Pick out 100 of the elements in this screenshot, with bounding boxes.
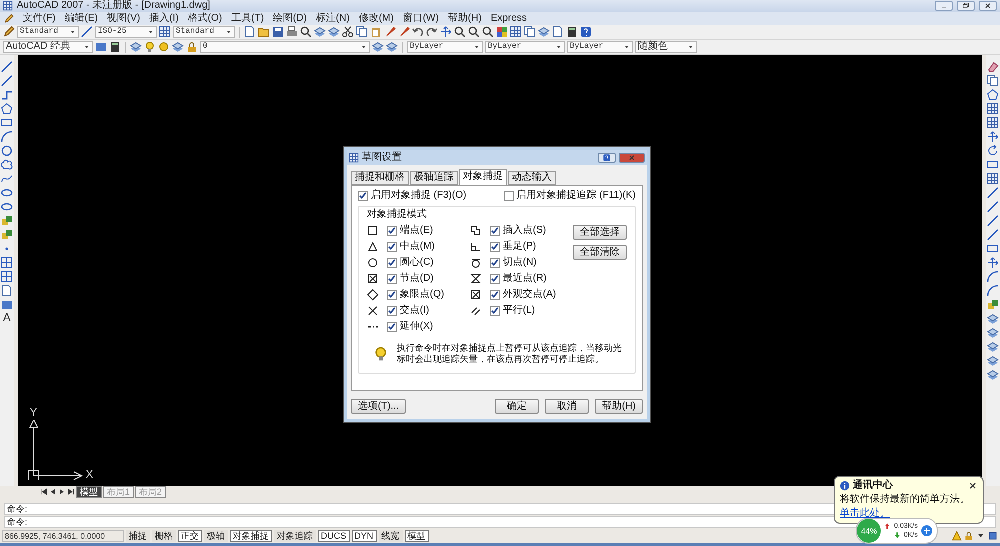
text-style-dropdown[interactable]: Standard xyxy=(17,26,79,38)
sun-icon[interactable] xyxy=(158,41,170,53)
checkbox[interactable] xyxy=(387,306,397,316)
line-icon[interactable] xyxy=(987,187,999,199)
grid-icon[interactable] xyxy=(987,173,999,185)
checkbox[interactable] xyxy=(504,191,514,201)
layers-icon[interactable] xyxy=(386,41,398,53)
layers-icon[interactable] xyxy=(538,26,550,38)
options-button[interactable]: 选项(T)... xyxy=(351,399,406,414)
menu-item[interactable]: 修改(M) xyxy=(358,12,394,24)
grid-icon[interactable] xyxy=(987,117,999,129)
select-all-button[interactable]: 全部选择 xyxy=(573,225,627,240)
grid-icon[interactable] xyxy=(510,26,522,38)
move-icon[interactable] xyxy=(987,131,999,143)
status-toggle[interactable]: DUCS xyxy=(318,530,350,542)
checkbox[interactable] xyxy=(490,290,500,300)
layers-icon[interactable] xyxy=(172,41,184,53)
polygon-icon[interactable] xyxy=(987,89,999,101)
line-icon[interactable] xyxy=(987,215,999,227)
status-toggle[interactable]: 捕捉 xyxy=(126,530,150,542)
linetype-dropdown[interactable]: ByLayer xyxy=(485,41,565,53)
printer-icon[interactable] xyxy=(286,26,298,38)
plus-icon[interactable] xyxy=(921,525,933,537)
close-icon[interactable] xyxy=(968,481,978,491)
pages-icon[interactable] xyxy=(987,75,999,87)
polyline-icon[interactable] xyxy=(1,89,13,101)
menu-item[interactable]: 帮助(H) xyxy=(448,12,482,24)
ellipse-icon[interactable] xyxy=(1,187,13,199)
layers-icon[interactable] xyxy=(328,26,340,38)
line-icon[interactable] xyxy=(1,75,13,87)
close-button[interactable] xyxy=(979,1,997,11)
layers-icon[interactable] xyxy=(987,355,999,367)
magnifier-icon[interactable] xyxy=(468,26,480,38)
layers-icon[interactable] xyxy=(987,341,999,353)
restore-button[interactable] xyxy=(957,1,975,11)
layers-icon[interactable] xyxy=(314,26,326,38)
magnifier-icon[interactable] xyxy=(482,26,494,38)
menu-item[interactable]: 文件(F) xyxy=(23,12,56,24)
next-arrow-icon[interactable] xyxy=(58,488,66,496)
redo-icon[interactable] xyxy=(426,26,438,38)
status-toggle[interactable]: 栅格 xyxy=(152,530,176,542)
help-button[interactable] xyxy=(598,152,616,162)
status-toggle[interactable]: 对象追踪 xyxy=(274,530,316,542)
layers-icon[interactable] xyxy=(372,41,384,53)
layers-icon[interactable] xyxy=(987,369,999,381)
plot-style-dropdown[interactable]: 随颜色 xyxy=(635,41,697,53)
rectangle-icon[interactable] xyxy=(987,159,999,171)
menu-item[interactable]: 插入(I) xyxy=(149,12,179,24)
dialog-tab[interactable]: 动态输入 xyxy=(508,171,556,185)
dialog-tab[interactable]: 对象捕捉 xyxy=(459,169,507,185)
lock-icon[interactable] xyxy=(964,531,974,541)
calculator-icon[interactable] xyxy=(109,41,121,53)
dialog-button[interactable]: 确定 xyxy=(495,399,540,414)
checkbox[interactable] xyxy=(490,258,500,268)
workspace-dropdown[interactable]: AutoCAD 经典 xyxy=(3,41,93,53)
document-icon[interactable] xyxy=(1,285,13,297)
first-arrow-icon[interactable] xyxy=(40,488,48,496)
checkbox[interactable] xyxy=(490,274,500,284)
square-icon[interactable] xyxy=(988,531,998,541)
magnifier-icon[interactable] xyxy=(454,26,466,38)
warning-icon[interactable] xyxy=(952,531,962,541)
line-icon[interactable] xyxy=(81,26,93,38)
grid-icon[interactable] xyxy=(987,103,999,115)
last-arrow-icon[interactable] xyxy=(67,488,75,496)
line-icon[interactable] xyxy=(987,229,999,241)
menu-item[interactable]: 格式(O) xyxy=(188,12,222,24)
undo-icon[interactable] xyxy=(412,26,424,38)
checkbox[interactable] xyxy=(387,242,397,252)
color-dropdown[interactable]: ByLayer xyxy=(407,41,483,53)
status-toggle[interactable]: DYN xyxy=(352,530,377,542)
block-icon[interactable] xyxy=(1,229,13,241)
dimension-style-dropdown[interactable]: ISO-25 xyxy=(95,26,157,38)
table-style-dropdown[interactable]: Standard xyxy=(173,26,235,38)
menu-item[interactable]: 绘图(D) xyxy=(273,12,308,24)
menu-item[interactable]: 标注(N) xyxy=(316,12,350,24)
menu-item[interactable]: 窗口(W) xyxy=(402,12,440,24)
help-icon[interactable] xyxy=(580,26,592,38)
layers-icon[interactable] xyxy=(987,327,999,339)
lineweight-dropdown[interactable]: ByLayer xyxy=(567,41,633,53)
ellipse-icon[interactable] xyxy=(1,201,13,213)
scissors-icon[interactable] xyxy=(342,26,354,38)
pages-icon[interactable] xyxy=(356,26,368,38)
status-toggle[interactable]: 对象捕捉 xyxy=(230,530,272,542)
checkbox[interactable] xyxy=(387,258,397,268)
line-icon[interactable] xyxy=(1,61,13,73)
arc-icon[interactable] xyxy=(1,131,13,143)
checkbox[interactable] xyxy=(387,290,397,300)
dialog-tab[interactable]: 捕捉和栅格 xyxy=(351,171,409,185)
pages-icon[interactable] xyxy=(524,26,536,38)
rectangle-icon[interactable] xyxy=(1,117,13,129)
menu-item[interactable]: 工具(T) xyxy=(231,12,264,24)
erase-icon[interactable] xyxy=(987,61,999,73)
menu-item[interactable]: Express xyxy=(490,12,528,24)
checkbox[interactable] xyxy=(490,226,500,236)
line-icon[interactable] xyxy=(987,201,999,213)
text-tool[interactable]: A xyxy=(3,313,11,324)
checkbox[interactable] xyxy=(387,322,397,332)
layout-tab[interactable]: 模型 xyxy=(76,486,102,498)
dialog-tab[interactable]: 极轴追踪 xyxy=(410,171,458,185)
menu-item[interactable]: 编辑(E) xyxy=(64,12,98,24)
